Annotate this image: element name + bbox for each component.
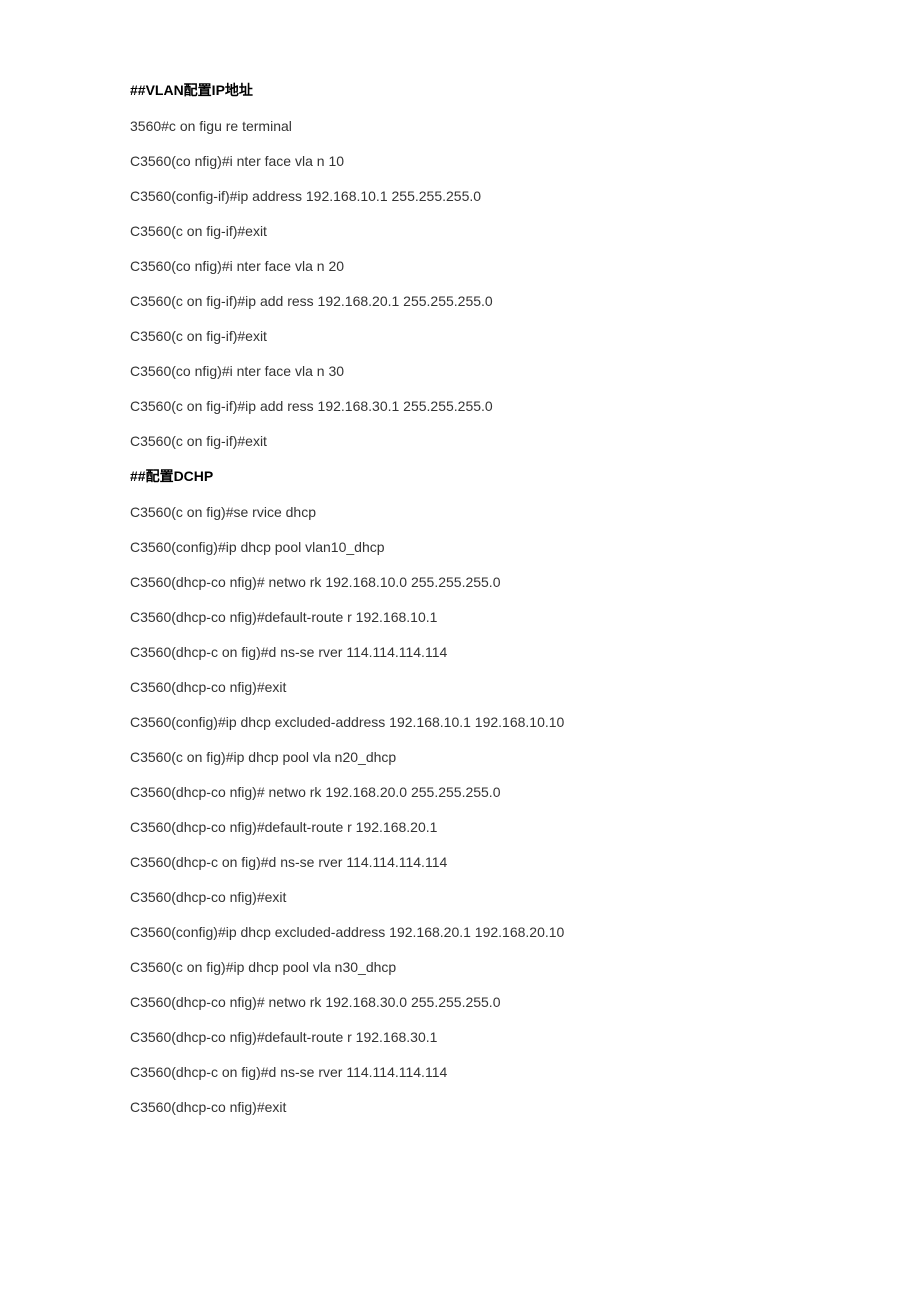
code-line: C3560(dhcp-c on fig)#d ns-se rver 114.11… bbox=[130, 642, 790, 663]
code-line: C3560(c on fig)#ip dhcp pool vla n20_dhc… bbox=[130, 747, 790, 768]
code-line: C3560(dhcp-co nfig)#exit bbox=[130, 677, 790, 698]
code-line: C3560(dhcp-c on fig)#d ns-se rver 114.11… bbox=[130, 1062, 790, 1083]
code-line: C3560(dhcp-c on fig)#d ns-se rver 114.11… bbox=[130, 852, 790, 873]
code-line: C3560(dhcp-co nfig)# netwo rk 192.168.20… bbox=[130, 782, 790, 803]
code-line: C3560(config)#ip dhcp excluded-address 1… bbox=[130, 922, 790, 943]
code-line: C3560(c on fig-if)#exit bbox=[130, 221, 790, 242]
section-heading: ##配置DCHP bbox=[130, 466, 790, 486]
code-line: C3560(config-if)#ip address 192.168.10.1… bbox=[130, 186, 790, 207]
code-line: C3560(c on fig-if)#ip add ress 192.168.2… bbox=[130, 291, 790, 312]
code-line: C3560(dhcp-co nfig)#default-route r 192.… bbox=[130, 607, 790, 628]
code-line: 3560#c on figu re terminal bbox=[130, 116, 790, 137]
code-line: C3560(dhcp-co nfig)# netwo rk 192.168.30… bbox=[130, 992, 790, 1013]
code-line: C3560(dhcp-co nfig)#default-route r 192.… bbox=[130, 817, 790, 838]
code-line: C3560(dhcp-co nfig)#exit bbox=[130, 887, 790, 908]
code-line: C3560(dhcp-co nfig)#default-route r 192.… bbox=[130, 1027, 790, 1048]
code-line: C3560(c on fig-if)#ip add ress 192.168.3… bbox=[130, 396, 790, 417]
code-line: C3560(co nfig)#i nter face vla n 10 bbox=[130, 151, 790, 172]
code-line: C3560(c on fig)#ip dhcp pool vla n30_dhc… bbox=[130, 957, 790, 978]
code-line: C3560(c on fig-if)#exit bbox=[130, 326, 790, 347]
code-line: C3560(dhcp-co nfig)# netwo rk 192.168.10… bbox=[130, 572, 790, 593]
code-line: C3560(config)#ip dhcp excluded-address 1… bbox=[130, 712, 790, 733]
code-line: C3560(co nfig)#i nter face vla n 20 bbox=[130, 256, 790, 277]
document-container: ##VLAN配置IP地址 3560#c on figu re terminal C3… bbox=[130, 80, 790, 1118]
code-line: C3560(co nfig)#i nter face vla n 30 bbox=[130, 361, 790, 382]
code-line: C3560(dhcp-co nfig)#exit bbox=[130, 1097, 790, 1118]
code-line: C3560(c on fig-if)#exit bbox=[130, 431, 790, 452]
code-line: C3560(c on fig)#se rvice dhcp bbox=[130, 502, 790, 523]
section-heading: ##VLAN配置IP地址 bbox=[130, 80, 790, 100]
code-line: C3560(config)#ip dhcp pool vlan10_dhcp bbox=[130, 537, 790, 558]
